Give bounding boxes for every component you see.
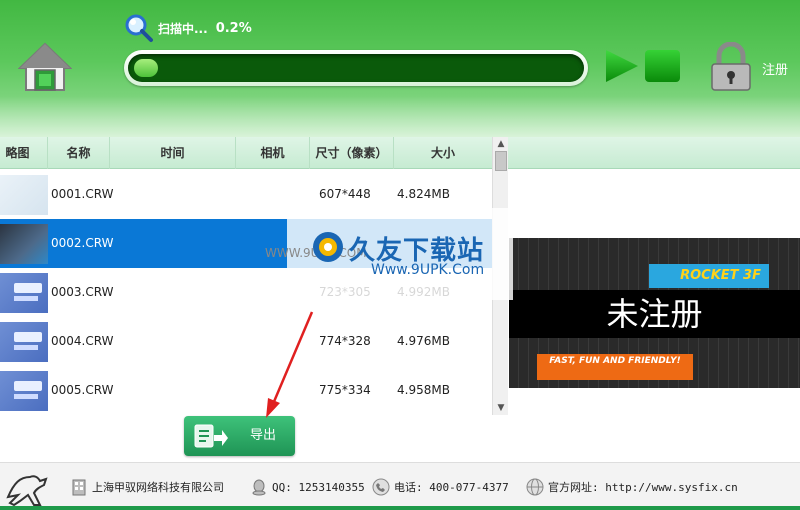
play-icon [606, 50, 638, 82]
footer-company-text: 上海甲驭网络科技有限公司 [92, 481, 224, 494]
header-extension [508, 137, 800, 169]
row-name: 0002.CRW [51, 236, 114, 250]
search-icon [125, 14, 153, 42]
table-row[interactable]: 0004.CRW 774*328 4.976MB [0, 317, 492, 366]
scan-progress-bar [124, 50, 588, 86]
footer-company: 上海甲驭网络科技有限公司 [70, 463, 224, 510]
row-thumbnail [0, 273, 48, 313]
table-header: 略图 名称 时间 相机 尺寸（像素） 大小 [0, 137, 492, 169]
scan-status: 扫描中... 0.2% [124, 14, 252, 42]
phone-icon [372, 478, 390, 496]
preview-banner: ROCKET 3F [649, 264, 769, 288]
row-dimensions: 775*334 [319, 383, 371, 397]
col-time[interactable]: 时间 [110, 137, 236, 169]
scroll-thumb[interactable] [495, 151, 507, 171]
lock-icon [711, 42, 751, 91]
site-watermark: WWW.9UPK.COM 久友下载站 Www.9UPK.Com [265, 208, 513, 300]
play-button[interactable] [604, 48, 640, 84]
footer-website: 官方网址: http://www.sysfix.cn [526, 463, 738, 510]
row-thumbnail [0, 371, 48, 411]
table-row[interactable]: 0005.CRW 775*334 4.958MB [0, 366, 492, 415]
row-dimensions: 774*328 [319, 334, 371, 348]
scroll-down-arrow-icon[interactable]: ▼ [493, 401, 509, 415]
scan-label: 扫描中... [158, 21, 208, 36]
scroll-up-arrow-icon[interactable]: ▲ [493, 137, 509, 151]
footer-qq-text: QQ: 1253140355 [272, 480, 365, 494]
row-name: 0003.CRW [51, 285, 114, 299]
row-thumbnail [0, 224, 48, 264]
scan-percent: 0.2% [215, 20, 252, 36]
stop-button[interactable] [645, 50, 680, 82]
lock-button[interactable] [708, 42, 754, 92]
row-filesize: 4.958MB [397, 383, 450, 397]
col-thumbnail[interactable]: 略图 [0, 137, 48, 169]
col-dimensions[interactable]: 尺寸（像素） [310, 137, 394, 169]
watermark-logo-icon [313, 232, 343, 262]
header-shine [0, 96, 800, 137]
row-filesize: 4.976MB [397, 334, 450, 348]
col-filesize[interactable]: 大小 [394, 137, 492, 169]
horse-logo [0, 463, 62, 510]
home-icon [17, 42, 73, 91]
row-name: 0005.CRW [51, 383, 114, 397]
register-link[interactable]: 注册 [762, 59, 788, 78]
row-name: 0004.CRW [51, 334, 114, 348]
col-camera[interactable]: 相机 [236, 137, 310, 169]
globe-icon [526, 478, 544, 496]
export-icon [194, 424, 228, 448]
header-bar: 扫描中... 0.2% 注册 [0, 0, 800, 137]
col-name[interactable]: 名称 [48, 137, 110, 169]
export-label: 导出 [250, 428, 277, 443]
row-thumbnail [0, 322, 48, 362]
unregistered-overlay: 未注册 [606, 295, 703, 333]
progress-fill [134, 59, 158, 77]
watermark-url: Www.9UPK.Com [371, 262, 485, 278]
building-icon [72, 479, 86, 496]
qq-icon [252, 479, 266, 496]
footer-qq: QQ: 1253140355 [250, 463, 365, 510]
row-name: 0001.CRW [51, 187, 114, 201]
image-preview: ROCKET 3F FAST, FUN AND FRIENDLY! 未注册 [509, 238, 800, 388]
row-thumbnail [0, 175, 48, 215]
footer-website-link[interactable]: 官方网址: http://www.sysfix.cn [548, 479, 738, 495]
home-button[interactable] [17, 40, 73, 94]
progress-track [128, 54, 584, 82]
footer-edge [0, 506, 800, 510]
footer-phone-text: 电话: 400-077-4377 [394, 481, 509, 494]
footer-bar: 上海甲驭网络科技有限公司 QQ: 1253140355 电话: 400-077-… [0, 462, 800, 510]
footer-phone: 电话: 400-077-4377 [372, 463, 509, 510]
preview-slogan: FAST, FUN AND FRIENDLY! [537, 354, 693, 380]
export-button[interactable]: 导出 [184, 416, 295, 456]
